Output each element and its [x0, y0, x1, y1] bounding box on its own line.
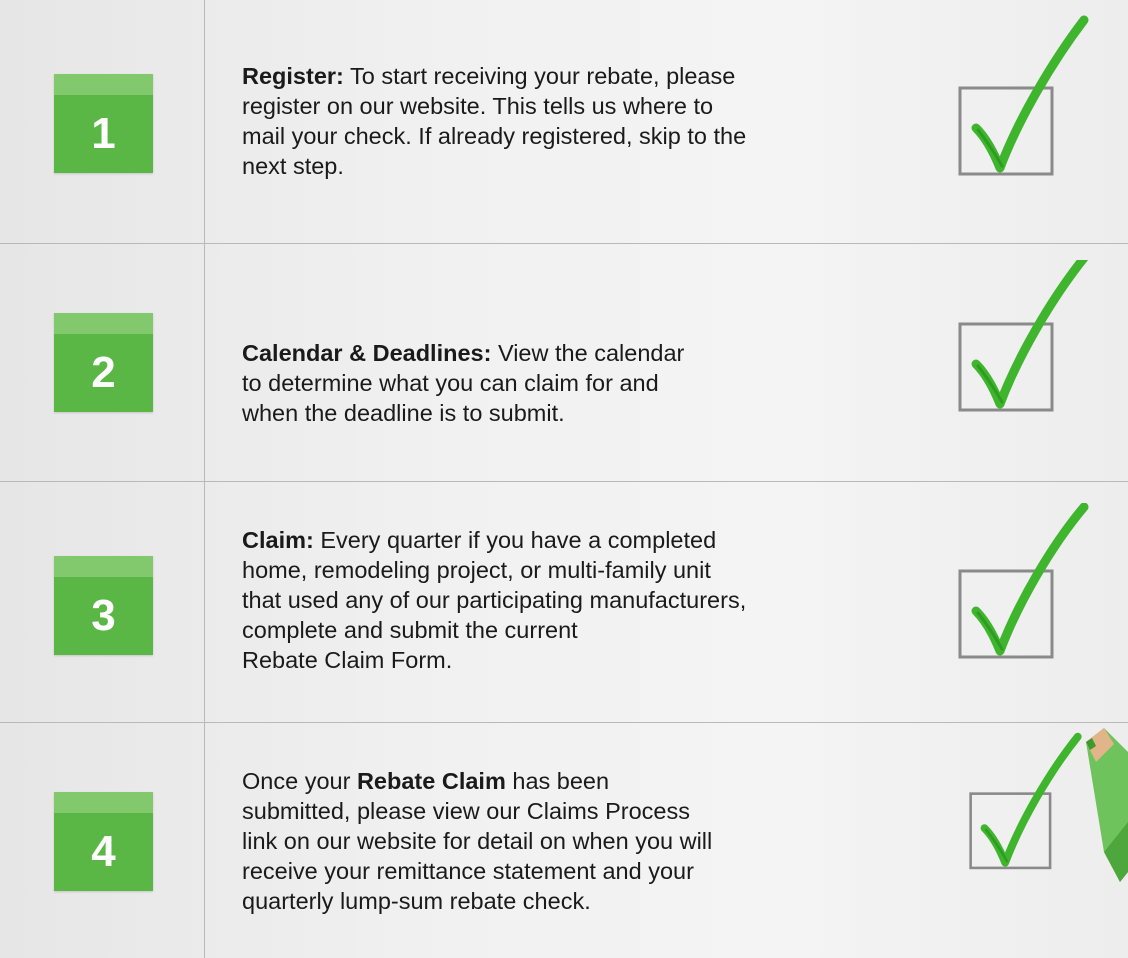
step-text-3: Claim: Every quarter if you have a compl…	[242, 525, 882, 675]
step-bold-lead-3: Claim:	[242, 527, 314, 553]
step-bold-lead-1: Register:	[242, 63, 344, 89]
number-box-band	[54, 792, 153, 813]
green-checkmark-in-box-icon	[958, 503, 1089, 659]
step-body-3: Every quarter if you have a completed ho…	[242, 527, 747, 673]
step-row-3: 3 Claim: Every quarter if you have a com…	[0, 481, 1128, 722]
green-checkmark-in-box-icon	[958, 260, 1089, 412]
step-number-box-3: 3	[54, 556, 153, 655]
step-text-4: Once your Rebate Claim has been submitte…	[242, 766, 882, 916]
step-row-2: 2 Calendar & Deadlines: View the calenda…	[0, 243, 1128, 481]
rebate-steps-page: 1 Register: To start receiving your reba…	[0, 0, 1128, 958]
green-pencil-icon	[1086, 728, 1128, 882]
number-box-band	[54, 556, 153, 577]
step-bold-lead-4: Rebate Claim	[356, 768, 506, 794]
step-number-box-2: 2	[54, 313, 153, 412]
step-number-3: 3	[91, 591, 116, 640]
step-text-2: Calendar & Deadlines: View the calendar …	[242, 338, 882, 428]
step-number-box-1: 1	[54, 74, 153, 173]
step-text-1: Register: To start receiving your rebate…	[242, 61, 882, 181]
step-pre-bold-4: Once your	[242, 768, 357, 794]
step-number-4: 4	[91, 827, 116, 876]
number-box-band	[54, 313, 153, 334]
green-checkmark-in-box-icon	[958, 15, 1089, 176]
step-row-1: 1 Register: To start receiving your reba…	[0, 0, 1128, 243]
step-number-2: 2	[91, 348, 116, 397]
step-number-box-4: 4	[54, 792, 153, 891]
step-number-1: 1	[91, 109, 116, 158]
step-row-4: 4 Once your Rebate Claim has been submit…	[0, 722, 1128, 958]
step-bold-lead-2: Calendar & Deadlines:	[242, 340, 492, 366]
number-box-band	[54, 74, 153, 95]
